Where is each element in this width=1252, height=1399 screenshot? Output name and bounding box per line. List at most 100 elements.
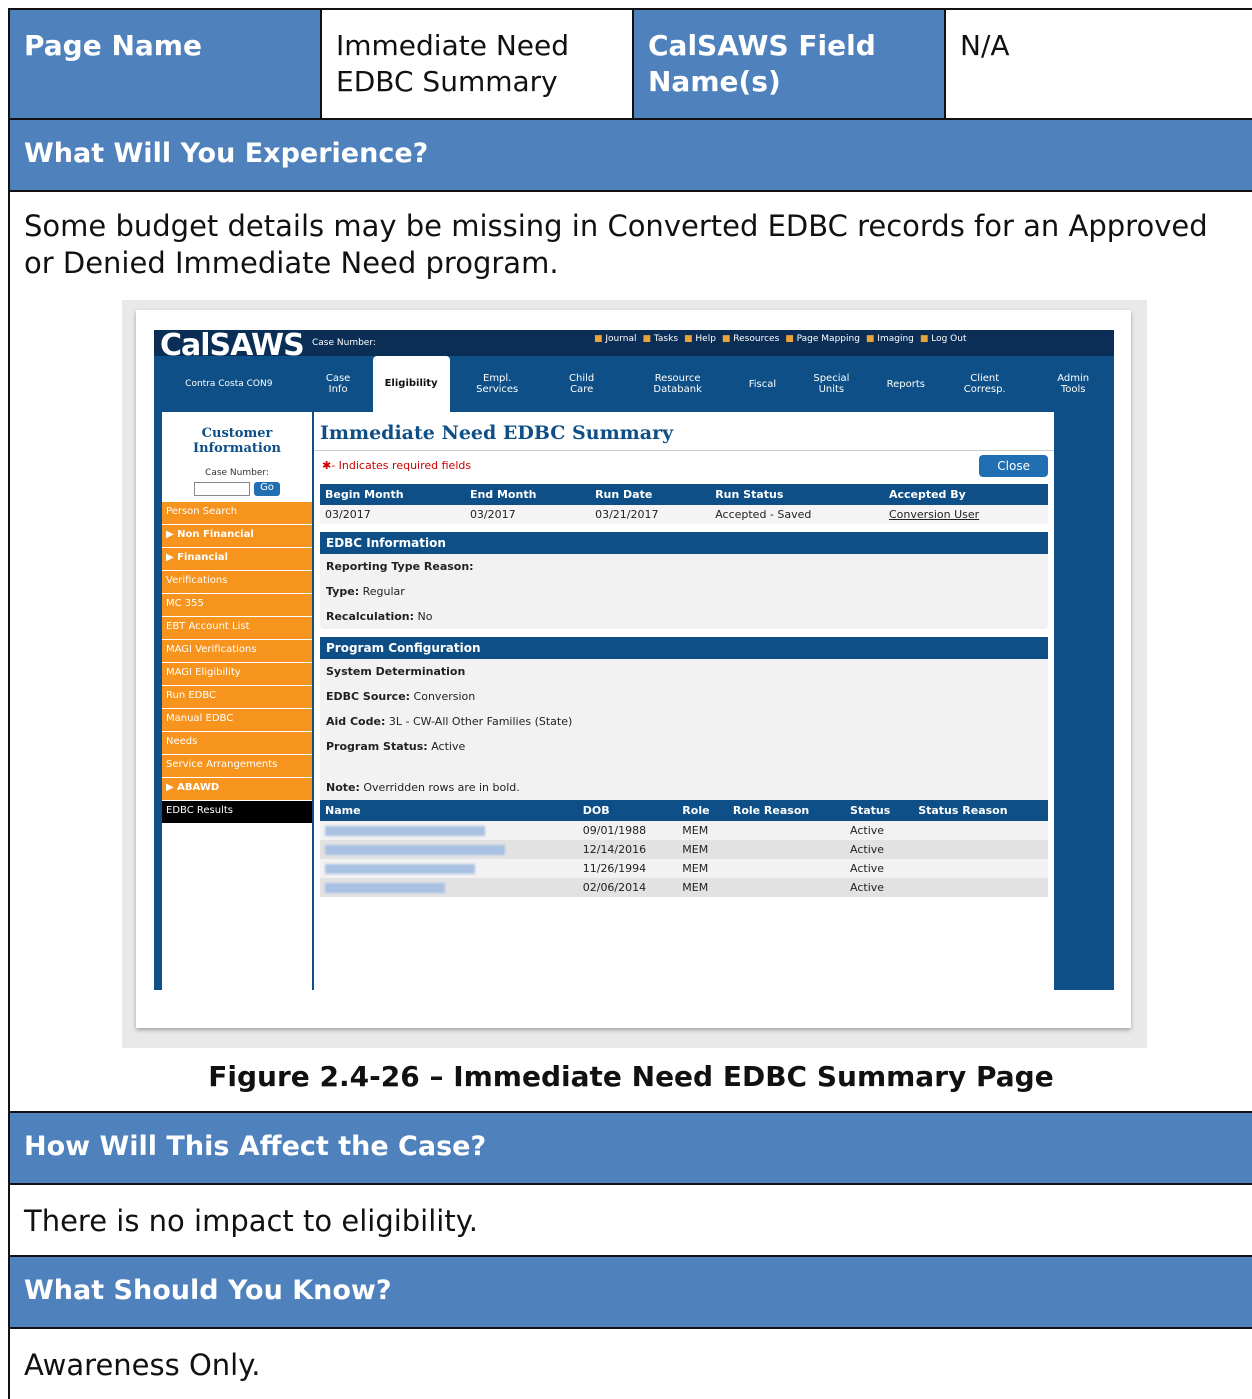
redacted-name[interactable] <box>320 859 578 878</box>
status-reason-cell <box>913 840 1048 859</box>
resources-link[interactable]: Resources <box>722 334 779 344</box>
page-name-value: Immediate Need EDBC Summary <box>322 10 634 118</box>
tab-eligibility[interactable]: Eligibility <box>372 356 450 412</box>
tab-child-care[interactable]: Child Care <box>545 373 619 395</box>
page-mapping-link[interactable]: Page Mapping <box>785 334 860 344</box>
col-role-reason: Role Reason <box>727 800 846 821</box>
tab-client-corresp[interactable]: Client Corresp. <box>937 373 1032 395</box>
required-note: ✱- Indicates required fields Close <box>314 451 1054 480</box>
main-panel: Immediate Need EDBC Summary ✱- Indicates… <box>314 412 1054 990</box>
col-run-date: Run Date <box>590 484 711 505</box>
sidebar-case-search: Go <box>162 478 312 502</box>
sidebar-item-financial[interactable]: ▶ Financial <box>162 548 312 571</box>
reporting-type-label: Reporting Type Reason: <box>326 560 474 573</box>
table-row: 03/2017 03/2017 03/21/2017 Accepted - Sa… <box>320 505 1048 524</box>
page-name-label: Page Name <box>10 10 322 118</box>
required-note-text: ✱- Indicates required fields <box>322 459 472 472</box>
sidebar-item-abawd[interactable]: ▶ ABAWD <box>162 778 312 801</box>
accepted-by-link[interactable]: Conversion User <box>884 505 1048 524</box>
redacted-name[interactable] <box>320 840 578 859</box>
sidebar-item-magi-eligibility[interactable]: MAGI Eligibility <box>162 663 312 686</box>
sidebar-item-edbc-results[interactable]: EDBC Results <box>162 801 312 824</box>
system-determination-row: System Determination <box>320 659 1048 684</box>
sidebar-item-verifications[interactable]: Verifications <box>162 571 312 594</box>
redacted-name[interactable] <box>320 878 578 897</box>
case-number-input[interactable] <box>194 482 251 496</box>
col-status: Status <box>845 800 914 821</box>
dob-cell: 11/26/1994 <box>582 862 647 875</box>
go-button[interactable]: Go <box>254 482 280 496</box>
close-button[interactable]: Close <box>979 455 1048 477</box>
program-status-label: Program Status: <box>326 740 428 753</box>
col-dob: DOB <box>577 800 678 821</box>
figure: CalSAWS Case Number: Journal Tasks Help … <box>10 292 1252 1052</box>
col-run-status: Run Status <box>710 484 884 505</box>
sidebar-item-ebt-account-list[interactable]: EBT Account List <box>162 617 312 640</box>
tab-fiscal[interactable]: Fiscal <box>737 379 788 390</box>
type-row: Type: Regular <box>320 579 1048 604</box>
type-label: Type: <box>326 585 360 598</box>
log-out-link[interactable]: Log Out <box>920 334 966 344</box>
recalc-label: Recalculation: <box>326 610 415 623</box>
program-status-value: Active <box>431 740 466 753</box>
sidebar-item-magi-verifications[interactable]: MAGI Verifications <box>162 640 312 663</box>
dob-cell: 12/14/2016 <box>582 843 647 856</box>
imaging-link[interactable]: Imaging <box>866 334 914 344</box>
journal-link[interactable]: Journal <box>594 334 636 344</box>
col-end-month: End Month <box>464 484 591 505</box>
tab-case-info[interactable]: Case Info <box>304 373 373 395</box>
role-reason-cell <box>728 878 845 897</box>
sidebar: Customer Information Case Number: Go Per… <box>162 412 312 990</box>
sidebar-item-needs[interactable]: Needs <box>162 732 312 755</box>
sidebar-item-service-arrangements[interactable]: Service Arrangements <box>162 755 312 778</box>
tasks-link[interactable]: Tasks <box>643 334 678 344</box>
edbc-information-section: EDBC Information Reporting Type Reason: … <box>320 532 1048 629</box>
col-role: Role <box>677 800 728 821</box>
person-header-row: Name DOB Role Role Reason Status Status … <box>320 800 1048 821</box>
edbc-source-label: EDBC Source: <box>326 690 411 703</box>
col-begin-month: Begin Month <box>320 484 465 505</box>
program-status-row: Program Status: Active <box>320 734 1048 759</box>
sidebar-item-non-financial[interactable]: ▶ Non Financial <box>162 525 312 548</box>
status-cell: Active <box>850 881 885 894</box>
redacted-name[interactable] <box>320 821 578 840</box>
edbc-source-row: EDBC Source: Conversion <box>320 684 1048 709</box>
redacted-name-blur <box>325 883 445 893</box>
redacted-name-blur <box>325 826 485 836</box>
main-title: Immediate Need EDBC Summary <box>314 412 1054 451</box>
help-link[interactable]: Help <box>684 334 716 344</box>
sidebar-item-run-edbc[interactable]: Run EDBC <box>162 686 312 709</box>
begin-month-cell: 03/2017 <box>325 508 371 521</box>
top-bar: CalSAWS Case Number: Journal Tasks Help … <box>154 328 1114 363</box>
tab-reports[interactable]: Reports <box>875 379 937 390</box>
tab-empl-services[interactable]: Empl. Services <box>450 373 545 395</box>
sidebar-item-person-search[interactable]: Person Search <box>162 502 312 525</box>
dob-cell: 09/01/1988 <box>582 824 647 837</box>
aid-code-value: 3L - CW-All Other Families (State) <box>388 715 573 728</box>
tab-special-units[interactable]: Special Units <box>788 373 875 395</box>
tab-resource-databank[interactable]: Resource Databank <box>619 373 737 395</box>
sidebar-item-mc355[interactable]: MC 355 <box>162 594 312 617</box>
experience-text: Some budget details may be missing in Co… <box>24 209 1208 280</box>
figure-frame: CalSAWS Case Number: Journal Tasks Help … <box>122 300 1147 1048</box>
run-status-cell: Accepted - Saved <box>715 508 812 521</box>
case-number-label: Case Number: <box>312 338 376 348</box>
table-row: 09/01/1988 MEM Active <box>320 821 1048 840</box>
tab-admin-tools[interactable]: Admin Tools <box>1032 373 1114 395</box>
note-row: Note: Overridden rows are in bold. <box>320 759 1048 800</box>
recalc-row: Recalculation: No <box>320 604 1048 629</box>
note-label: Note: <box>326 781 360 794</box>
end-month-cell: 03/2017 <box>469 508 516 521</box>
affect-text: There is no impact to eligibility. <box>10 1183 1252 1255</box>
top-links: Journal Tasks Help Resources Page Mappin… <box>594 334 966 344</box>
field-name-value: N/A <box>960 29 1010 62</box>
sidebar-item-manual-edbc[interactable]: Manual EDBC <box>162 709 312 732</box>
program-configuration-heading: Program Configuration <box>320 637 1048 659</box>
role-reason-cell <box>728 840 845 859</box>
col-name: Name <box>320 800 578 821</box>
type-value: Regular <box>362 585 405 598</box>
system-determination: System Determination <box>326 665 466 678</box>
aid-code-label: Aid Code: <box>326 715 386 728</box>
role-cell: MEM <box>682 843 709 856</box>
aid-code-row: Aid Code: 3L - CW-All Other Families (St… <box>320 709 1048 734</box>
